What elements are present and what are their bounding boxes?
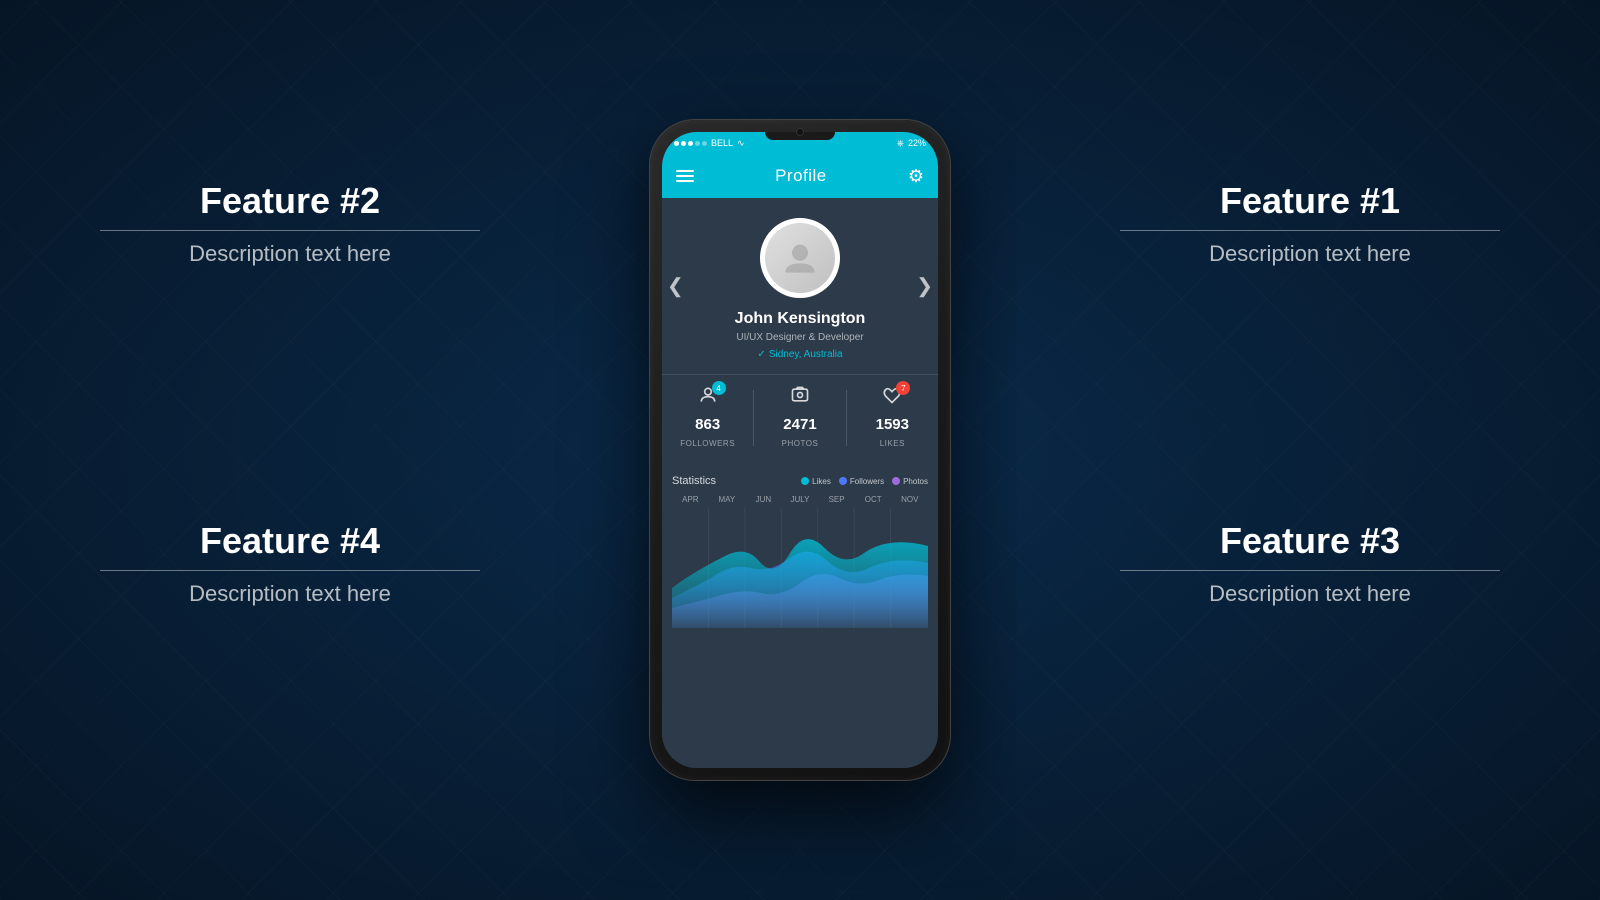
battery-level: 22%	[908, 138, 926, 148]
phone-mockup: BELL ∿ ⎈ 22% Profile ⚙	[650, 120, 950, 780]
feature-2-description: Description text here	[100, 241, 480, 267]
feature-2-divider	[100, 230, 480, 231]
feature-1-divider	[1120, 230, 1500, 231]
signal-dot-5	[702, 141, 707, 146]
signal-dot-4	[695, 141, 700, 146]
month-july: JULY	[782, 495, 819, 504]
chart-section: Statistics Likes Followers	[662, 465, 938, 768]
chart-svg	[672, 508, 928, 628]
signal-dot-3	[688, 141, 693, 146]
status-left: BELL ∿	[674, 138, 745, 149]
legend-likes-dot	[801, 477, 809, 485]
month-may: MAY	[709, 495, 746, 504]
feature-3-description: Description text here	[1120, 581, 1500, 607]
feature-1-block: Feature #1 Description text here	[1120, 180, 1500, 267]
followers-label: FOLLOWERS	[680, 439, 735, 448]
signal-dot-2	[681, 141, 686, 146]
stat-photos[interactable]: 2471 PHOTOS	[754, 385, 845, 451]
signal-dots	[674, 141, 707, 146]
stats-section: 4 863 FOLLOWERS	[662, 374, 938, 465]
feature-4-title: Feature #4	[100, 520, 480, 562]
phone-camera	[796, 128, 804, 136]
photos-label: PHOTOS	[782, 439, 819, 448]
stat-followers[interactable]: 4 863 FOLLOWERS	[662, 385, 753, 451]
avatar-container	[760, 218, 840, 298]
location-check-icon: ✓	[757, 349, 765, 360]
profile-section: John Kensington UI/UX Designer & Develop…	[662, 198, 938, 374]
feature-4-divider	[100, 570, 480, 571]
legend-photos-label: Photos	[903, 477, 928, 486]
avatar-placeholder-icon	[780, 238, 820, 278]
month-nov: NOV	[891, 495, 928, 504]
likes-count: 1593	[847, 416, 938, 433]
chart-title: Statistics	[672, 475, 716, 487]
chart-area	[672, 508, 928, 628]
phone-outer: BELL ∿ ⎈ 22% Profile ⚙	[650, 120, 950, 780]
likes-label: LIKES	[880, 439, 905, 448]
legend-followers: Followers	[839, 477, 884, 486]
legend-photos-dot	[892, 477, 900, 485]
phone-screen: BELL ∿ ⎈ 22% Profile ⚙	[662, 132, 938, 768]
wifi-icon: ∿	[737, 138, 745, 149]
likes-icon: 7	[882, 385, 902, 410]
profile-location: ✓ Sidney, Australia	[676, 349, 924, 360]
avatar-placeholder	[765, 223, 835, 293]
settings-icon[interactable]: ⚙	[908, 166, 924, 187]
status-right: ⎈ 22%	[897, 138, 926, 149]
chart-month-labels: APR MAY JUN JULY SEP OCT NOV	[672, 495, 928, 504]
menu-line-3	[676, 180, 694, 182]
feature-2-block: Feature #2 Description text here	[100, 180, 480, 267]
month-jun: JUN	[745, 495, 782, 504]
feature-4-description: Description text here	[100, 581, 480, 607]
stat-likes[interactable]: 7 1593 LIKES	[847, 385, 938, 451]
month-apr: APR	[672, 495, 709, 504]
month-oct: OCT	[855, 495, 892, 504]
month-sep: SEP	[818, 495, 855, 504]
followers-count: 863	[662, 416, 753, 433]
legend-followers-dot	[839, 477, 847, 485]
feature-3-block: Feature #3 Description text here	[1120, 520, 1500, 607]
chart-header: Statistics Likes Followers	[672, 475, 928, 487]
profile-location-text: Sidney, Australia	[769, 349, 843, 360]
feature-3-divider	[1120, 570, 1500, 571]
photos-count: 2471	[754, 416, 845, 433]
legend-photos: Photos	[892, 477, 928, 486]
hamburger-menu-icon[interactable]	[676, 170, 694, 182]
chart-likes-wave	[672, 539, 928, 628]
menu-line-2	[676, 175, 694, 177]
feature-1-title: Feature #1	[1120, 180, 1500, 222]
legend-likes: Likes	[801, 477, 831, 486]
screen-title: Profile	[775, 166, 827, 186]
feature-3-title: Feature #3	[1120, 520, 1500, 562]
profile-name: John Kensington	[676, 310, 924, 328]
profile-job-title: UI/UX Designer & Developer	[676, 332, 924, 343]
legend-likes-label: Likes	[812, 477, 831, 486]
avatar	[760, 218, 840, 298]
followers-badge: 4	[712, 381, 726, 395]
feature-4-block: Feature #4 Description text here	[100, 520, 480, 607]
photos-icon	[790, 385, 810, 410]
chart-legend: Likes Followers Photos	[801, 477, 928, 486]
followers-icon: 4	[698, 385, 718, 410]
prev-arrow-icon[interactable]: ❮	[667, 274, 684, 299]
screen-body: ❮ John	[662, 198, 938, 768]
bluetooth-icon: ⎈	[897, 138, 904, 149]
feature-1-description: Description text here	[1120, 241, 1500, 267]
top-nav-bar: Profile ⚙	[662, 154, 938, 198]
menu-line-1	[676, 170, 694, 172]
profile-nav-section: ❮ John	[662, 198, 938, 374]
carrier-label: BELL	[711, 138, 733, 148]
legend-followers-label: Followers	[850, 477, 884, 486]
next-arrow-icon[interactable]: ❯	[916, 274, 933, 299]
feature-2-title: Feature #2	[100, 180, 480, 222]
signal-dot-1	[674, 141, 679, 146]
likes-badge: 7	[896, 381, 910, 395]
